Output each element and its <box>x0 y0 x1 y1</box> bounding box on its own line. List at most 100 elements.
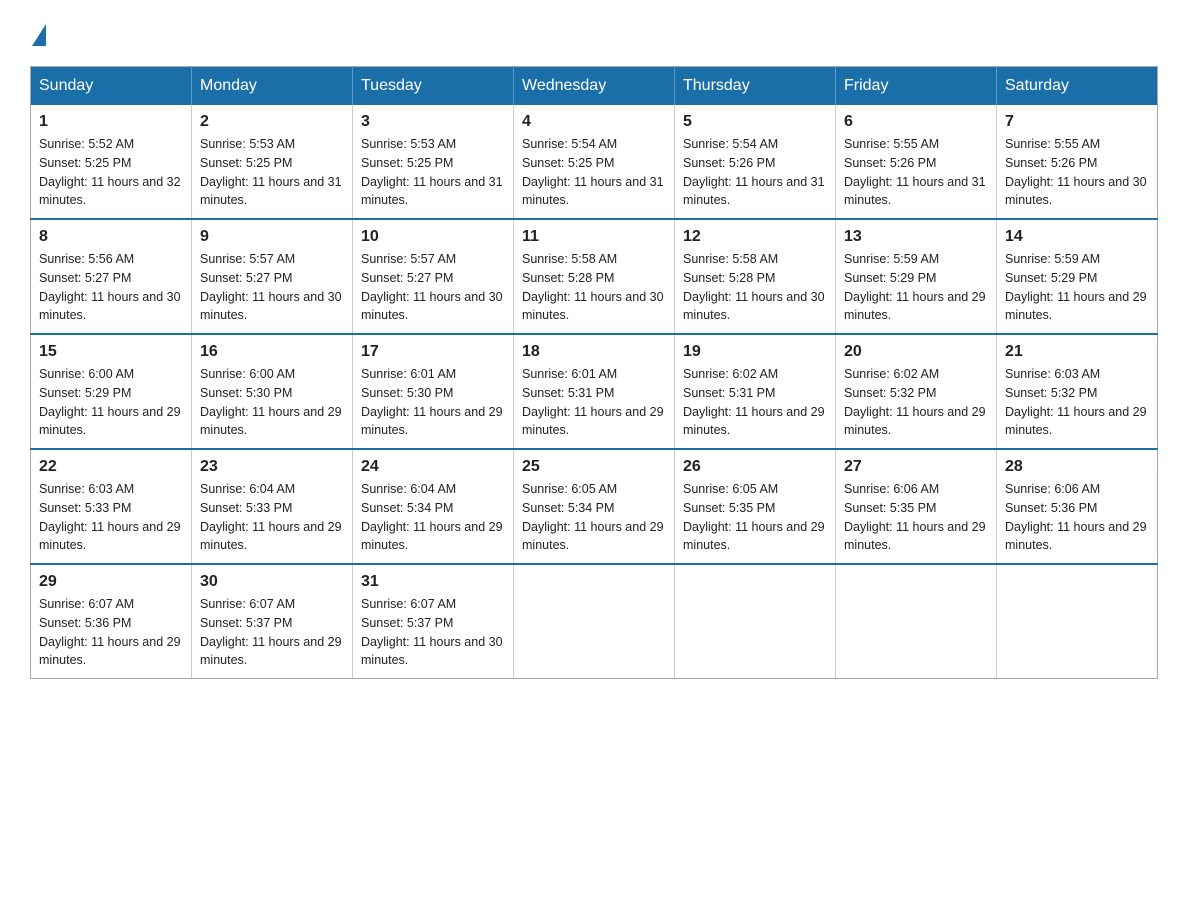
day-number: 22 <box>39 458 183 476</box>
calendar-cell: 6 Sunrise: 5:55 AM Sunset: 5:26 PM Dayli… <box>836 105 997 219</box>
calendar-cell: 24 Sunrise: 6:04 AM Sunset: 5:34 PM Dayl… <box>353 449 514 564</box>
day-number: 6 <box>844 113 988 131</box>
day-info: Sunrise: 6:03 AM Sunset: 5:33 PM Dayligh… <box>39 480 183 555</box>
calendar-cell: 11 Sunrise: 5:58 AM Sunset: 5:28 PM Dayl… <box>514 219 675 334</box>
calendar-cell: 4 Sunrise: 5:54 AM Sunset: 5:25 PM Dayli… <box>514 105 675 219</box>
calendar-cell <box>997 564 1158 679</box>
day-info: Sunrise: 6:07 AM Sunset: 5:37 PM Dayligh… <box>200 595 344 670</box>
calendar-cell: 22 Sunrise: 6:03 AM Sunset: 5:33 PM Dayl… <box>31 449 192 564</box>
day-number: 23 <box>200 458 344 476</box>
day-info: Sunrise: 5:57 AM Sunset: 5:27 PM Dayligh… <box>200 250 344 325</box>
day-info: Sunrise: 6:06 AM Sunset: 5:36 PM Dayligh… <box>1005 480 1149 555</box>
header-day-thursday: Thursday <box>675 67 836 106</box>
calendar-cell: 5 Sunrise: 5:54 AM Sunset: 5:26 PM Dayli… <box>675 105 836 219</box>
calendar-cell: 27 Sunrise: 6:06 AM Sunset: 5:35 PM Dayl… <box>836 449 997 564</box>
day-number: 29 <box>39 573 183 591</box>
calendar-cell: 23 Sunrise: 6:04 AM Sunset: 5:33 PM Dayl… <box>192 449 353 564</box>
day-number: 21 <box>1005 343 1149 361</box>
header-day-tuesday: Tuesday <box>353 67 514 106</box>
calendar-cell: 8 Sunrise: 5:56 AM Sunset: 5:27 PM Dayli… <box>31 219 192 334</box>
header-day-sunday: Sunday <box>31 67 192 106</box>
header-day-friday: Friday <box>836 67 997 106</box>
day-info: Sunrise: 5:58 AM Sunset: 5:28 PM Dayligh… <box>683 250 827 325</box>
calendar-week-row: 22 Sunrise: 6:03 AM Sunset: 5:33 PM Dayl… <box>31 449 1158 564</box>
day-info: Sunrise: 6:06 AM Sunset: 5:35 PM Dayligh… <box>844 480 988 555</box>
day-info: Sunrise: 5:59 AM Sunset: 5:29 PM Dayligh… <box>1005 250 1149 325</box>
day-info: Sunrise: 5:55 AM Sunset: 5:26 PM Dayligh… <box>844 135 988 210</box>
calendar-cell: 10 Sunrise: 5:57 AM Sunset: 5:27 PM Dayl… <box>353 219 514 334</box>
header-day-saturday: Saturday <box>997 67 1158 106</box>
day-number: 31 <box>361 573 505 591</box>
day-number: 14 <box>1005 228 1149 246</box>
calendar-cell: 25 Sunrise: 6:05 AM Sunset: 5:34 PM Dayl… <box>514 449 675 564</box>
logo <box>30 20 46 46</box>
day-info: Sunrise: 5:58 AM Sunset: 5:28 PM Dayligh… <box>522 250 666 325</box>
day-info: Sunrise: 6:00 AM Sunset: 5:30 PM Dayligh… <box>200 365 344 440</box>
calendar-week-row: 15 Sunrise: 6:00 AM Sunset: 5:29 PM Dayl… <box>31 334 1158 449</box>
day-info: Sunrise: 6:00 AM Sunset: 5:29 PM Dayligh… <box>39 365 183 440</box>
day-info: Sunrise: 5:52 AM Sunset: 5:25 PM Dayligh… <box>39 135 183 210</box>
calendar-cell: 2 Sunrise: 5:53 AM Sunset: 5:25 PM Dayli… <box>192 105 353 219</box>
header-day-monday: Monday <box>192 67 353 106</box>
calendar-cell: 3 Sunrise: 5:53 AM Sunset: 5:25 PM Dayli… <box>353 105 514 219</box>
day-info: Sunrise: 6:04 AM Sunset: 5:34 PM Dayligh… <box>361 480 505 555</box>
calendar-cell: 31 Sunrise: 6:07 AM Sunset: 5:37 PM Dayl… <box>353 564 514 679</box>
day-number: 9 <box>200 228 344 246</box>
day-number: 16 <box>200 343 344 361</box>
calendar-cell: 15 Sunrise: 6:00 AM Sunset: 5:29 PM Dayl… <box>31 334 192 449</box>
page-header <box>30 20 1158 46</box>
day-number: 13 <box>844 228 988 246</box>
calendar-cell: 17 Sunrise: 6:01 AM Sunset: 5:30 PM Dayl… <box>353 334 514 449</box>
logo-triangle-icon <box>32 24 46 46</box>
day-info: Sunrise: 6:02 AM Sunset: 5:31 PM Dayligh… <box>683 365 827 440</box>
day-info: Sunrise: 6:03 AM Sunset: 5:32 PM Dayligh… <box>1005 365 1149 440</box>
day-number: 7 <box>1005 113 1149 131</box>
calendar-cell: 29 Sunrise: 6:07 AM Sunset: 5:36 PM Dayl… <box>31 564 192 679</box>
day-info: Sunrise: 6:05 AM Sunset: 5:35 PM Dayligh… <box>683 480 827 555</box>
day-info: Sunrise: 6:07 AM Sunset: 5:36 PM Dayligh… <box>39 595 183 670</box>
day-number: 28 <box>1005 458 1149 476</box>
header-row: SundayMondayTuesdayWednesdayThursdayFrid… <box>31 67 1158 106</box>
day-number: 1 <box>39 113 183 131</box>
calendar-week-row: 29 Sunrise: 6:07 AM Sunset: 5:36 PM Dayl… <box>31 564 1158 679</box>
calendar-header: SundayMondayTuesdayWednesdayThursdayFrid… <box>31 67 1158 106</box>
calendar-cell: 16 Sunrise: 6:00 AM Sunset: 5:30 PM Dayl… <box>192 334 353 449</box>
day-number: 20 <box>844 343 988 361</box>
day-number: 26 <box>683 458 827 476</box>
calendar-cell: 7 Sunrise: 5:55 AM Sunset: 5:26 PM Dayli… <box>997 105 1158 219</box>
day-number: 4 <box>522 113 666 131</box>
day-number: 8 <box>39 228 183 246</box>
day-info: Sunrise: 6:07 AM Sunset: 5:37 PM Dayligh… <box>361 595 505 670</box>
calendar-cell: 9 Sunrise: 5:57 AM Sunset: 5:27 PM Dayli… <box>192 219 353 334</box>
day-info: Sunrise: 5:59 AM Sunset: 5:29 PM Dayligh… <box>844 250 988 325</box>
day-info: Sunrise: 5:54 AM Sunset: 5:25 PM Dayligh… <box>522 135 666 210</box>
day-info: Sunrise: 5:53 AM Sunset: 5:25 PM Dayligh… <box>200 135 344 210</box>
day-info: Sunrise: 5:55 AM Sunset: 5:26 PM Dayligh… <box>1005 135 1149 210</box>
day-info: Sunrise: 5:53 AM Sunset: 5:25 PM Dayligh… <box>361 135 505 210</box>
calendar-cell: 13 Sunrise: 5:59 AM Sunset: 5:29 PM Dayl… <box>836 219 997 334</box>
day-number: 18 <box>522 343 666 361</box>
calendar-cell: 26 Sunrise: 6:05 AM Sunset: 5:35 PM Dayl… <box>675 449 836 564</box>
day-number: 3 <box>361 113 505 131</box>
day-number: 10 <box>361 228 505 246</box>
day-number: 12 <box>683 228 827 246</box>
day-number: 27 <box>844 458 988 476</box>
calendar-cell: 14 Sunrise: 5:59 AM Sunset: 5:29 PM Dayl… <box>997 219 1158 334</box>
calendar-cell <box>514 564 675 679</box>
calendar-week-row: 1 Sunrise: 5:52 AM Sunset: 5:25 PM Dayli… <box>31 105 1158 219</box>
day-info: Sunrise: 6:01 AM Sunset: 5:30 PM Dayligh… <box>361 365 505 440</box>
calendar-cell: 30 Sunrise: 6:07 AM Sunset: 5:37 PM Dayl… <box>192 564 353 679</box>
calendar-cell: 12 Sunrise: 5:58 AM Sunset: 5:28 PM Dayl… <box>675 219 836 334</box>
day-number: 2 <box>200 113 344 131</box>
calendar-cell: 28 Sunrise: 6:06 AM Sunset: 5:36 PM Dayl… <box>997 449 1158 564</box>
day-info: Sunrise: 5:56 AM Sunset: 5:27 PM Dayligh… <box>39 250 183 325</box>
day-number: 25 <box>522 458 666 476</box>
calendar-cell <box>675 564 836 679</box>
day-info: Sunrise: 5:54 AM Sunset: 5:26 PM Dayligh… <box>683 135 827 210</box>
calendar-cell: 1 Sunrise: 5:52 AM Sunset: 5:25 PM Dayli… <box>31 105 192 219</box>
day-number: 5 <box>683 113 827 131</box>
calendar-cell: 21 Sunrise: 6:03 AM Sunset: 5:32 PM Dayl… <box>997 334 1158 449</box>
day-info: Sunrise: 5:57 AM Sunset: 5:27 PM Dayligh… <box>361 250 505 325</box>
calendar-table: SundayMondayTuesdayWednesdayThursdayFrid… <box>30 66 1158 679</box>
day-info: Sunrise: 6:02 AM Sunset: 5:32 PM Dayligh… <box>844 365 988 440</box>
